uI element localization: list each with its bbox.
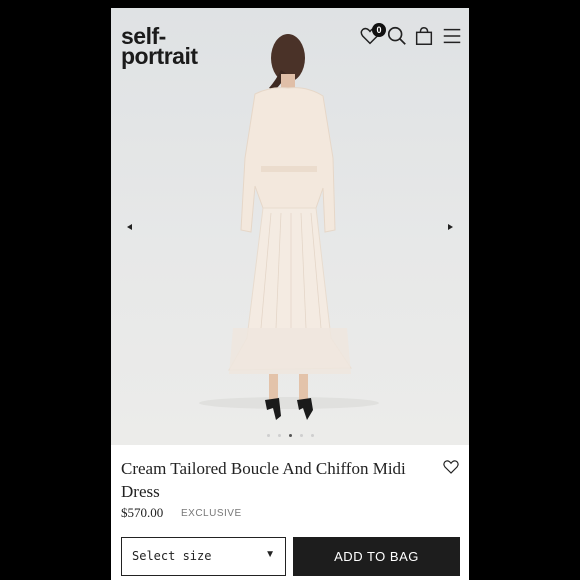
product-page: self- portrait 0 Cream Tailored Boucle A… [111, 8, 469, 580]
logo-line-2: portrait [121, 43, 198, 69]
search-icon[interactable] [386, 25, 408, 47]
size-select-value: Select size [132, 549, 212, 563]
shopping-bag-icon[interactable] [413, 25, 435, 47]
add-to-bag-button[interactable]: ADD TO BAG [293, 537, 460, 576]
add-to-wishlist-heart-icon[interactable] [442, 458, 460, 476]
gallery-pagination [111, 434, 469, 437]
gallery-dot[interactable] [310, 434, 314, 437]
exclusive-tag: EXCLUSIVE [181, 508, 242, 519]
size-select[interactable]: Select size ▼ [121, 537, 286, 576]
product-photo [199, 34, 379, 420]
menu-icon[interactable] [441, 25, 463, 47]
gallery-dot[interactable] [277, 434, 281, 437]
gallery-dot-active[interactable] [288, 434, 292, 437]
previous-image-arrow-icon[interactable] [123, 220, 137, 234]
product-price: $570.00 [121, 505, 164, 520]
gallery-dot[interactable] [266, 434, 270, 437]
dropdown-caret-icon: ▼ [265, 549, 275, 560]
product-image-gallery[interactable]: self- portrait 0 [111, 8, 469, 445]
wishlist-count-badge: 0 [372, 23, 386, 37]
product-title: Cream Tailored Boucle And Chiffon Midi D… [121, 459, 406, 501]
gallery-dot[interactable] [299, 434, 303, 437]
next-image-arrow-icon[interactable] [443, 220, 457, 234]
brand-logo[interactable]: self- portrait [121, 25, 198, 69]
